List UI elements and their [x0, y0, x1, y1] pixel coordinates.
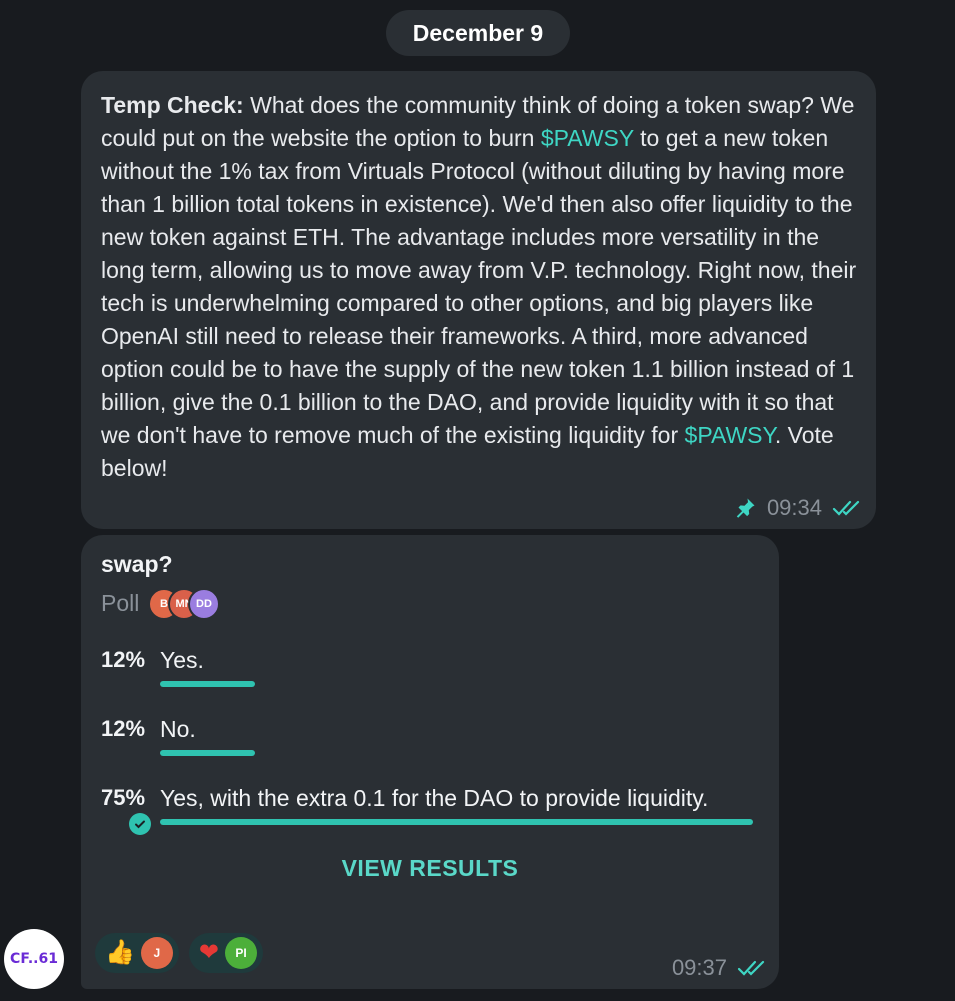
poll-option-percent: 12%: [101, 647, 146, 672]
poll-voter-avatars: B MN DD: [148, 588, 238, 620]
double-check-icon: [832, 498, 864, 518]
poll-option-text: Yes, with the extra 0.1 for the DAO to p…: [160, 785, 709, 811]
reaction-avatar: J: [140, 937, 173, 969]
poll-option-bar: [160, 750, 255, 756]
poll-type-label: Poll: [101, 590, 140, 616]
message-text: Temp Check: What does the community thin…: [101, 89, 861, 485]
poll-time: 09:37: [671, 955, 727, 980]
date-separator: December 9: [386, 10, 570, 56]
reaction-avatar: PI: [225, 937, 257, 969]
reaction-thumbs-up[interactable]: 👍 J: [95, 933, 179, 973]
view-results-button[interactable]: VIEW RESULTS: [81, 855, 779, 882]
poll-option-text: Yes.: [160, 647, 204, 673]
voter-avatar: DD: [188, 588, 220, 620]
sender-avatar[interactable]: CF..61: [4, 929, 64, 989]
reaction-heart[interactable]: ❤ PI: [188, 933, 263, 973]
message-time: 09:34: [766, 495, 822, 520]
poll-question: swap?: [101, 551, 173, 577]
thumbs-up-icon: 👍: [105, 939, 135, 966]
message-bubble[interactable]: Temp Check: What does the community thin…: [81, 71, 876, 529]
poll-meta: 09:37: [672, 955, 769, 981]
chosen-check-icon: [129, 813, 151, 835]
ticker-link[interactable]: $PAWSY: [541, 125, 634, 151]
poll-bubble: swap? Poll B MN DD 12% Yes. 12% No. 75% …: [81, 535, 779, 989]
ticker-link[interactable]: $PAWSY: [685, 422, 775, 448]
poll-option-text: No.: [160, 716, 196, 742]
poll-option-bar: [160, 819, 753, 825]
message-text-part: to get a new token without the 1% tax fr…: [101, 125, 857, 448]
heart-icon: ❤: [198, 939, 219, 966]
pin-icon: [733, 496, 757, 520]
reactions-row: 👍 J ❤ PI: [95, 933, 263, 973]
poll-option-percent: 12%: [101, 716, 146, 741]
poll-option-bar: [160, 681, 255, 687]
message-meta: 09:34: [733, 495, 864, 521]
poll-option-percent: 75%: [101, 785, 146, 810]
message-lead: Temp Check:: [101, 92, 244, 118]
double-check-icon: [737, 958, 769, 978]
